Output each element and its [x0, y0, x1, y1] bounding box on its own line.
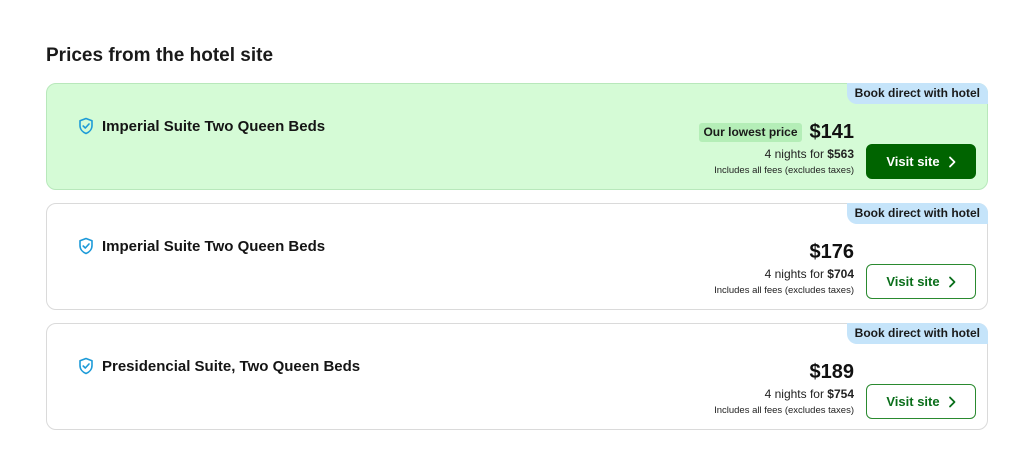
shield-check-icon: [77, 237, 95, 255]
price-block: Our lowest price $141 4 nights for $563 …: [699, 120, 854, 177]
total-stay-price: 4 nights for $563: [764, 147, 854, 161]
room-title: Presidencial Suite, Two Queen Beds: [77, 357, 360, 375]
visit-site-button[interactable]: Visit site: [866, 264, 976, 299]
total-stay-price: 4 nights for $754: [764, 387, 854, 401]
room-name: Presidencial Suite, Two Queen Beds: [102, 357, 361, 375]
shield-check-icon: [77, 117, 95, 135]
visit-site-button[interactable]: Visit site: [866, 384, 976, 419]
visit-site-label: Visit site: [886, 154, 940, 169]
chevron-right-icon: [948, 396, 956, 408]
visit-site-label: Visit site: [886, 394, 940, 409]
total-stay-price: 4 nights for $704: [764, 267, 854, 281]
section-title: Prices from the hotel site: [46, 45, 274, 66]
room-name: Imperial Suite Two Queen Beds: [102, 117, 326, 135]
price-block: $176 4 nights for $704 Includes all fees…: [714, 240, 854, 297]
room-name: Imperial Suite Two Queen Beds: [102, 237, 326, 255]
offer-card: Book direct with hotel Imperial Suite Tw…: [46, 203, 988, 310]
visit-site-label: Visit site: [886, 274, 940, 289]
nightly-price: $176: [809, 241, 855, 263]
chevron-right-icon: [948, 156, 956, 168]
room-title: Imperial Suite Two Queen Beds: [77, 237, 325, 255]
fees-note: Includes all fees (excludes taxes): [714, 165, 854, 176]
room-title: Imperial Suite Two Queen Beds: [77, 117, 325, 135]
fees-note: Includes all fees (excludes taxes): [714, 285, 854, 296]
chevron-right-icon: [948, 276, 956, 288]
visit-site-button[interactable]: Visit site: [866, 144, 976, 179]
price-block: $189 4 nights for $754 Includes all fees…: [714, 360, 854, 417]
book-direct-badge: Book direct with hotel: [846, 83, 988, 104]
book-direct-badge: Book direct with hotel: [846, 323, 988, 344]
nightly-price: $189: [809, 361, 855, 383]
shield-check-icon: [77, 357, 95, 375]
offer-card: Book direct with hotel Presidencial Suit…: [46, 323, 988, 430]
nightly-price: $141: [809, 121, 855, 143]
book-direct-badge: Book direct with hotel: [846, 203, 988, 224]
fees-note: Includes all fees (excludes taxes): [714, 405, 854, 416]
offer-card: Book direct with hotel Imperial Suite Tw…: [46, 83, 988, 190]
lowest-price-badge: Our lowest price: [699, 122, 802, 142]
